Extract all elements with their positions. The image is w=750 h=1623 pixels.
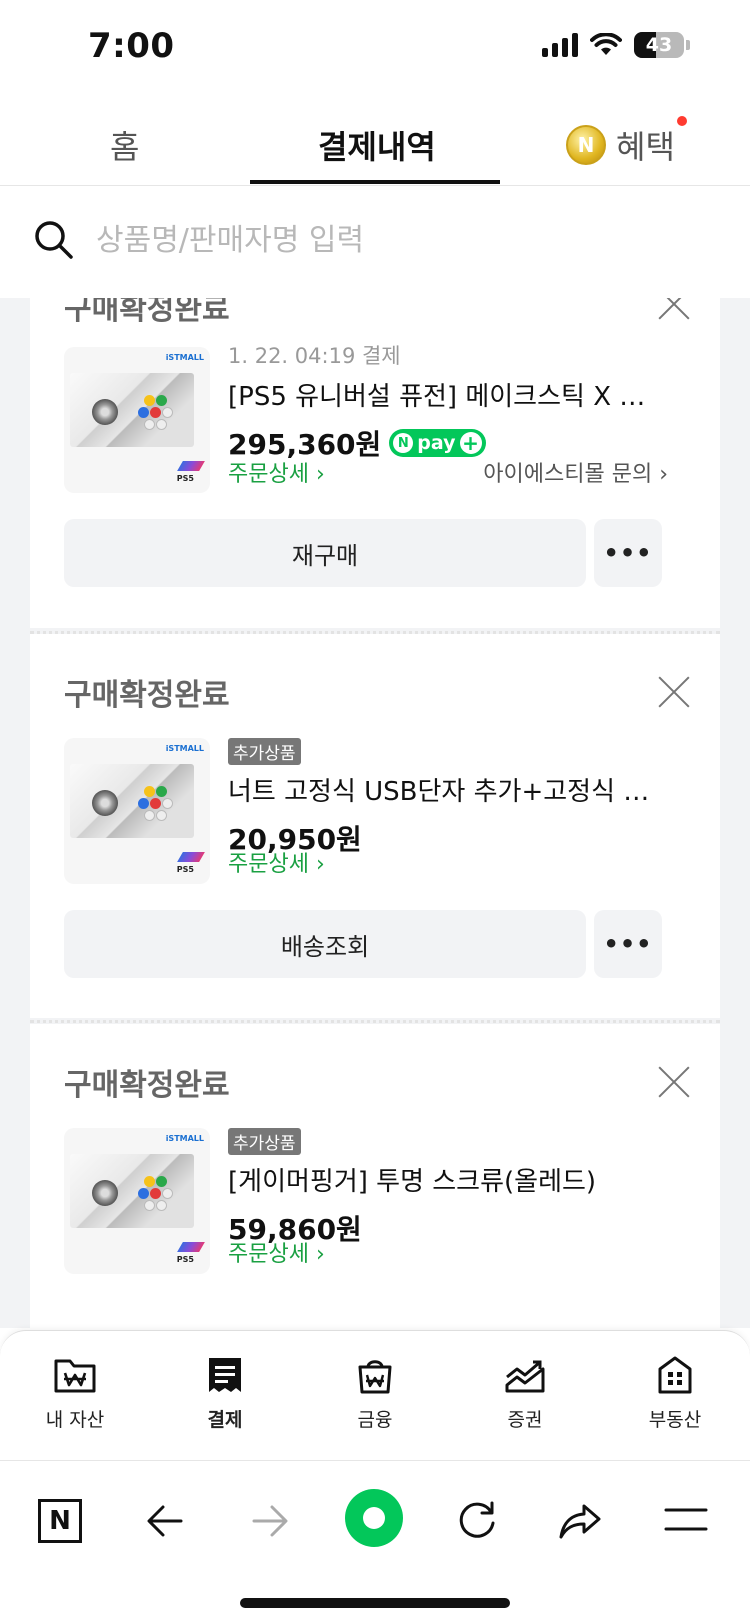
status-bar: 7:00 43	[0, 0, 750, 100]
arcade-stick-image	[70, 1154, 194, 1228]
battery-icon: 43	[634, 32, 684, 58]
arcade-stick-image	[70, 764, 194, 838]
building-icon	[658, 1356, 692, 1394]
product-thumbnail[interactable]: iSTMALL PS5	[64, 1128, 210, 1274]
active-tab-indicator	[250, 180, 500, 184]
arcade-stick-image	[70, 373, 194, 447]
order-info: 1. 22. 04:19 결제 [PS5 유니버설 퓨전] 메이크스틱 X 프리…	[228, 340, 658, 463]
order-status: 구매확정완료	[64, 678, 230, 713]
thumb-label: PS5	[176, 1255, 194, 1264]
nav-my-assets[interactable]: 내 자산	[20, 1355, 130, 1432]
wifi-icon	[590, 33, 622, 55]
tab-home[interactable]: 홈	[110, 122, 139, 168]
close-icon[interactable]	[656, 674, 692, 710]
naver-n-icon: N	[38, 1499, 82, 1543]
order-status: 구매확정완료	[64, 298, 230, 327]
bottom-navigation: 내 자산 결제 금융 증권 부동산	[0, 1330, 750, 1460]
more-options-button[interactable]: •••	[594, 519, 662, 587]
nav-finance[interactable]: 금융	[320, 1355, 430, 1432]
product-title[interactable]: [PS5 유니버설 퓨전] 메이크스틱 X 프리미엄 레버리스	[228, 376, 658, 413]
nav-label: 증권	[507, 1409, 543, 1431]
product-thumbnail[interactable]: iSTMALL PS5	[64, 738, 210, 884]
search-icon	[35, 221, 73, 259]
nav-label: 부동산	[648, 1409, 702, 1431]
order-info: 추가상품 [게이머핑거] 투명 스크류(올레드) 59,860원	[228, 1128, 658, 1248]
order-detail-link[interactable]: 주문상세 ›	[228, 1236, 325, 1268]
npay-label: pay	[417, 432, 456, 454]
nav-label: 내 자산	[45, 1409, 105, 1431]
battery-nub	[686, 40, 690, 50]
nav-label: 결제	[207, 1409, 243, 1431]
thumb-label: PS5	[176, 865, 194, 874]
order-detail-link[interactable]: 주문상세 ›	[228, 456, 325, 488]
npay-plus-badge: N pay +	[389, 429, 486, 457]
order-card: 구매확정완료 iSTMALL PS5 추가상품 너트 고정식 USB단자 추가+…	[30, 634, 720, 1018]
thumb-brand: iSTMALL	[165, 744, 204, 753]
top-tabs: 홈 결제내역 N 혜택	[0, 100, 750, 186]
card-divider	[30, 1020, 720, 1023]
joystick-icon	[92, 399, 118, 425]
money-bag-icon	[358, 1360, 392, 1394]
nav-real-estate[interactable]: 부동산	[620, 1355, 730, 1432]
tab-benefit[interactable]: N 혜택	[566, 116, 687, 168]
nav-securities[interactable]: 증권	[470, 1355, 580, 1432]
nav-label: 금융	[357, 1409, 393, 1431]
search-input[interactable]	[96, 214, 696, 266]
order-card: 구매확정완료 iSTMALL PS5 추가상품 [게이머핑거] 투명 스크류(올…	[30, 1024, 720, 1328]
added-item-badge: 추가상품	[228, 738, 301, 765]
more-options-button[interactable]: •••	[594, 910, 662, 978]
naver-n-logo: N	[49, 1506, 71, 1536]
green-dot-icon	[345, 1489, 403, 1547]
coin-icon: N	[566, 125, 606, 165]
back-arrow-icon[interactable]	[145, 1501, 185, 1541]
receipt-icon	[209, 1358, 241, 1392]
thumb-label: PS5	[176, 474, 194, 483]
tab-benefit-label-wrap: 혜택	[616, 116, 687, 168]
tab-benefit-label: 혜택	[616, 128, 675, 166]
search-bar	[0, 186, 750, 298]
order-date: 1. 22. 04:19 결제	[228, 344, 401, 368]
nav-payments[interactable]: 결제	[170, 1355, 280, 1432]
battery-level: 43	[645, 34, 673, 56]
order-status: 구매확정완료	[64, 1068, 230, 1103]
joystick-icon	[92, 790, 118, 816]
npay-n-icon: N	[393, 433, 414, 453]
product-title[interactable]: 너트 고정식 USB단자 추가+고정식 전용 케이블	[228, 771, 658, 808]
share-icon[interactable]	[558, 1501, 602, 1541]
menu-icon[interactable]	[664, 1507, 708, 1533]
close-icon[interactable]	[656, 1064, 692, 1100]
plus-icon: +	[459, 432, 482, 454]
forward-arrow-icon[interactable]	[250, 1501, 290, 1541]
tab-payments[interactable]: 결제내역	[318, 122, 436, 168]
seller-inquiry-link[interactable]: 아이에스티몰 문의 ›	[483, 456, 668, 488]
thumb-brand: iSTMALL	[165, 353, 204, 362]
added-item-badge: 추가상품	[228, 1128, 301, 1155]
notification-dot	[676, 116, 687, 126]
rebuy-button[interactable]: 재구매	[64, 519, 586, 587]
status-icons: 43	[542, 32, 690, 58]
joystick-icon	[92, 1180, 118, 1206]
product-title[interactable]: [게이머핑거] 투명 스크류(올레드)	[228, 1161, 658, 1198]
green-dot-button[interactable]	[345, 1489, 403, 1547]
refresh-icon[interactable]	[456, 1499, 498, 1541]
track-delivery-button[interactable]: 배송조회	[64, 910, 586, 978]
order-card: 구매확정완료 iSTMALL PS5 1. 22. 04:19 결제 [PS5 …	[30, 298, 720, 628]
order-list: 구매확정완료 iSTMALL PS5 1. 22. 04:19 결제 [PS5 …	[0, 298, 750, 1328]
status-time: 7:00	[88, 26, 175, 66]
close-icon[interactable]	[656, 298, 692, 322]
thumb-brand: iSTMALL	[165, 1134, 204, 1143]
home-indicator	[240, 1598, 510, 1608]
naver-home-button[interactable]: N	[38, 1499, 82, 1543]
order-detail-link[interactable]: 주문상세 ›	[228, 846, 325, 878]
stock-chart-icon	[505, 1360, 545, 1393]
order-info: 추가상품 너트 고정식 USB단자 추가+고정식 전용 케이블 20,950원	[228, 738, 658, 858]
wallet-folder-icon	[54, 1359, 96, 1393]
signal-icon	[542, 33, 578, 57]
product-thumbnail[interactable]: iSTMALL PS5	[64, 347, 210, 493]
